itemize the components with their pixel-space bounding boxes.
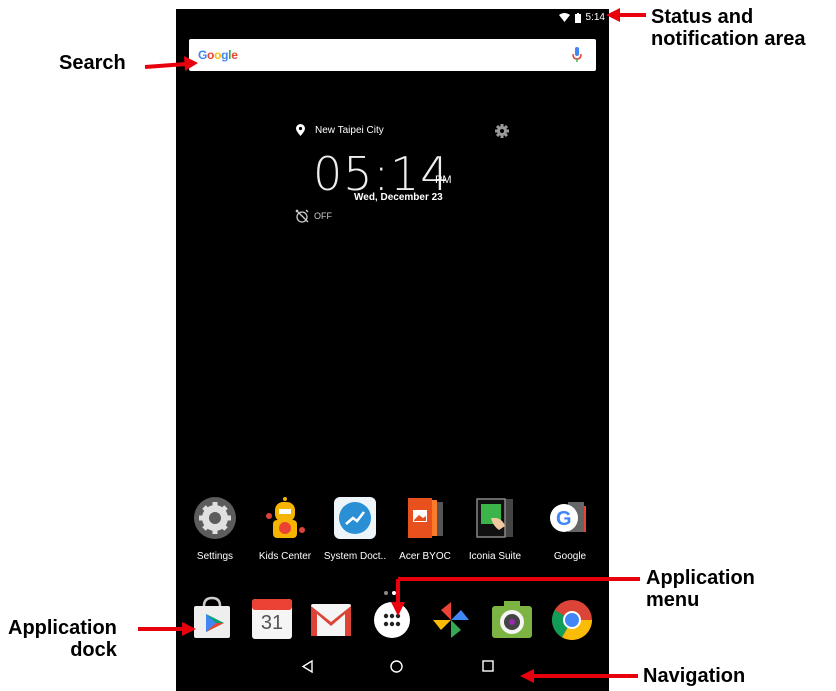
callout-status: Status and notification area — [651, 6, 806, 50]
callout-app-menu: Application menu — [646, 567, 755, 611]
callout-navigation: Navigation — [643, 665, 746, 687]
callout-search: Search — [59, 52, 126, 74]
callout-app-dock: Application dock — [8, 617, 117, 661]
